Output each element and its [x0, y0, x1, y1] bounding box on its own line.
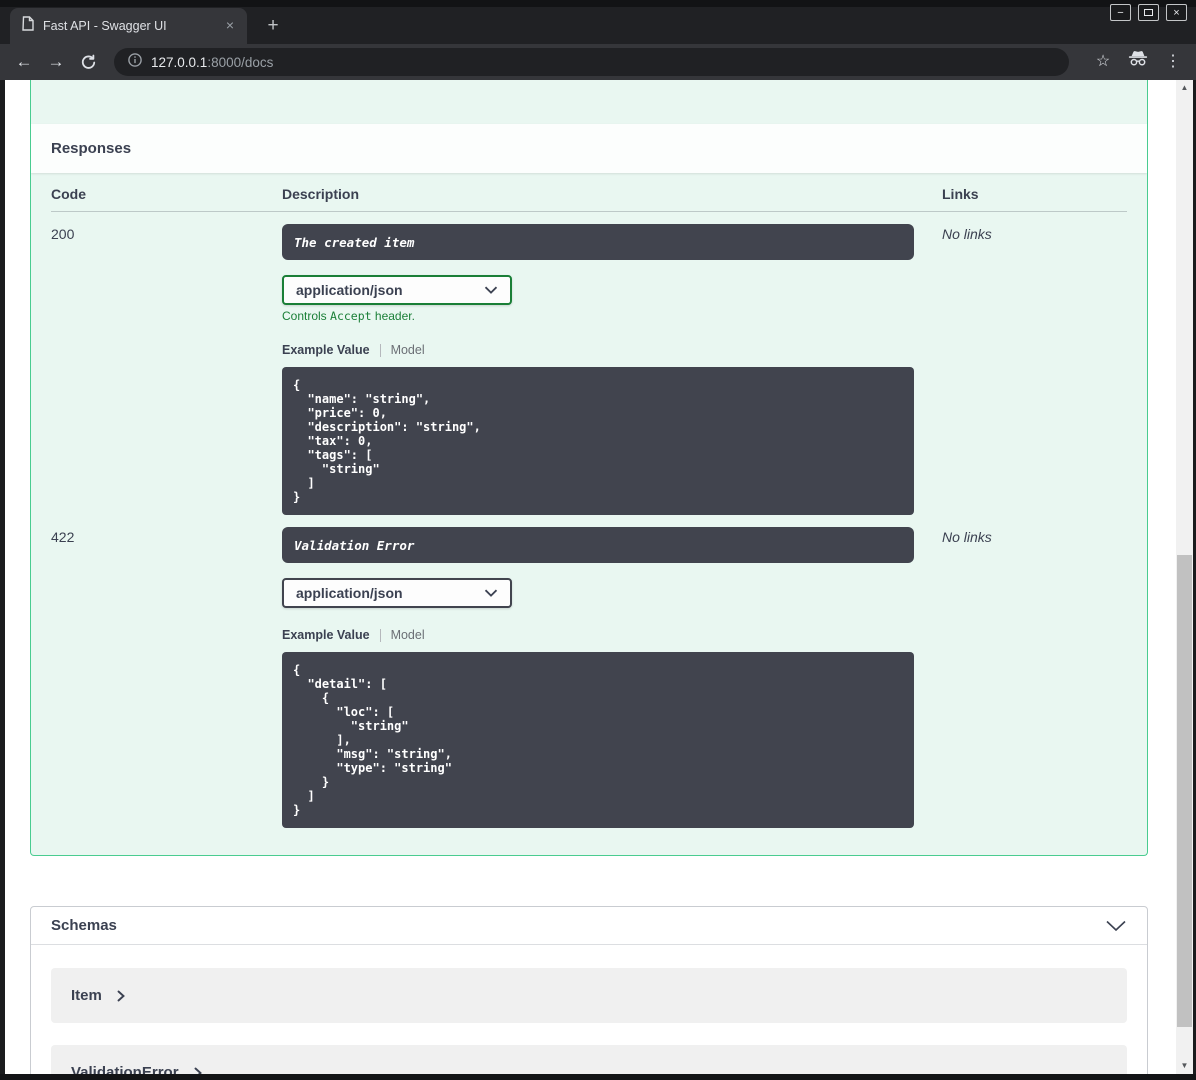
- column-header-description: Description: [282, 186, 360, 202]
- media-type-value: application/json: [296, 585, 403, 601]
- tab-model[interactable]: Model: [391, 628, 425, 642]
- tab-example-value[interactable]: Example Value: [282, 628, 370, 642]
- tab-example-value[interactable]: Example Value: [282, 343, 370, 357]
- window-controls: − ×: [1110, 4, 1187, 21]
- responses-table-header: Code Description Links: [51, 173, 1127, 212]
- response-code: 422: [51, 529, 75, 545]
- response-row-422: 422 Validation Error application/json Ex…: [51, 515, 1127, 844]
- model-validation-error[interactable]: ValidationError: [51, 1045, 1127, 1074]
- tab-close-icon[interactable]: ×: [221, 17, 239, 35]
- window-frame-bottom: [0, 1074, 1196, 1080]
- response-description-cell: The created item application/json Contro…: [282, 224, 942, 515]
- url-host: 127.0.0.1: [151, 54, 208, 70]
- swagger-docs-page: Responses Code Description Links 200 The…: [0, 80, 1176, 1074]
- accept-header-note: Controls Accept header.: [282, 309, 942, 323]
- opblock-responses-panel: Responses Code Description Links 200 The…: [30, 80, 1148, 856]
- incognito-icon: [1125, 49, 1151, 75]
- scrollbar-thumb[interactable]: [1177, 555, 1192, 1027]
- url-path: :8000/docs: [207, 54, 274, 70]
- window-frame-left: [0, 80, 5, 1080]
- accept-note-mono: Accept: [330, 309, 372, 323]
- column-header-code: Code: [51, 186, 86, 202]
- tab-model[interactable]: Model: [391, 343, 425, 357]
- response-description: Validation Error: [282, 527, 914, 563]
- example-json-200: { "name": "string", "price": 0, "descrip…: [282, 367, 914, 515]
- column-header-links: Links: [942, 186, 979, 202]
- model-name: ValidationError: [71, 1064, 179, 1074]
- response-code: 200: [51, 226, 75, 242]
- schemas-header[interactable]: Schemas: [31, 907, 1147, 945]
- browser-tab[interactable]: Fast API - Swagger UI ×: [10, 8, 247, 44]
- response-links: No links: [942, 226, 992, 242]
- response-row-200: 200 The created item application/json Co…: [51, 212, 1127, 515]
- tab-divider: [379, 343, 381, 357]
- forward-button[interactable]: →: [42, 48, 70, 76]
- back-button[interactable]: ←: [10, 48, 38, 76]
- scroll-down-icon[interactable]: ▼: [1176, 1058, 1193, 1074]
- media-type-select[interactable]: application/json: [282, 578, 512, 608]
- browser-menu-button[interactable]: ⋮: [1160, 49, 1186, 75]
- media-type-select[interactable]: application/json: [282, 275, 512, 305]
- reload-icon: [81, 54, 95, 69]
- url-bar[interactable]: 127.0.0.1:8000/docs: [114, 48, 1069, 76]
- browser-toolbar: ← → 127.0.0.1:8000/docs ☆ ⋮: [0, 44, 1196, 80]
- maximize-icon: [1144, 9, 1153, 16]
- response-description: The created item: [282, 224, 914, 260]
- example-json-422: { "detail": [ { "loc": [ "string" ], "ms…: [282, 652, 914, 828]
- example-model-tabs: Example Value Model: [282, 343, 942, 357]
- window-minimize-button[interactable]: −: [1110, 4, 1131, 21]
- tab-divider: [379, 628, 381, 642]
- responses-section-header: Responses: [31, 124, 1147, 173]
- chevron-right-icon[interactable]: [117, 990, 125, 1002]
- model-item[interactable]: Item: [51, 968, 1127, 1023]
- accept-note-suffix: header.: [371, 309, 415, 323]
- response-description-cell: Validation Error application/json Exampl…: [282, 527, 942, 844]
- page-scrollbar[interactable]: ▲ ▼: [1176, 80, 1193, 1074]
- media-type-value: application/json: [296, 282, 403, 298]
- model-name: Item: [71, 987, 102, 1004]
- chevron-down-icon[interactable]: [1105, 920, 1127, 932]
- chevron-down-icon: [484, 286, 498, 294]
- response-links: No links: [942, 529, 992, 545]
- page-favicon-icon: [22, 16, 34, 36]
- responses-table: Code Description Links 200 The created i…: [31, 173, 1147, 844]
- schemas-models: Item ValidationError: [31, 945, 1147, 1074]
- chevron-down-icon: [484, 589, 498, 597]
- schemas-title: Schemas: [51, 917, 117, 934]
- tab-title: Fast API - Swagger UI: [43, 19, 167, 33]
- new-tab-button[interactable]: +: [260, 13, 286, 39]
- bookmark-star-icon[interactable]: ☆: [1090, 49, 1116, 75]
- accept-note-prefix: Controls: [282, 309, 331, 323]
- window-maximize-button[interactable]: [1138, 4, 1159, 21]
- responses-title: Responses: [51, 140, 132, 157]
- reload-button[interactable]: [74, 48, 102, 76]
- browser-window: Fast API - Swagger UI × + − × ← → 127.0.…: [0, 0, 1196, 1080]
- schemas-section: Schemas Item ValidationError: [30, 906, 1148, 1074]
- scroll-up-icon[interactable]: ▲: [1176, 80, 1193, 96]
- example-model-tabs: Example Value Model: [282, 628, 942, 642]
- tab-strip: Fast API - Swagger UI × + − ×: [0, 0, 1196, 44]
- chevron-right-icon[interactable]: [194, 1067, 202, 1075]
- window-close-button[interactable]: ×: [1166, 4, 1187, 21]
- site-info-icon[interactable]: [128, 52, 142, 72]
